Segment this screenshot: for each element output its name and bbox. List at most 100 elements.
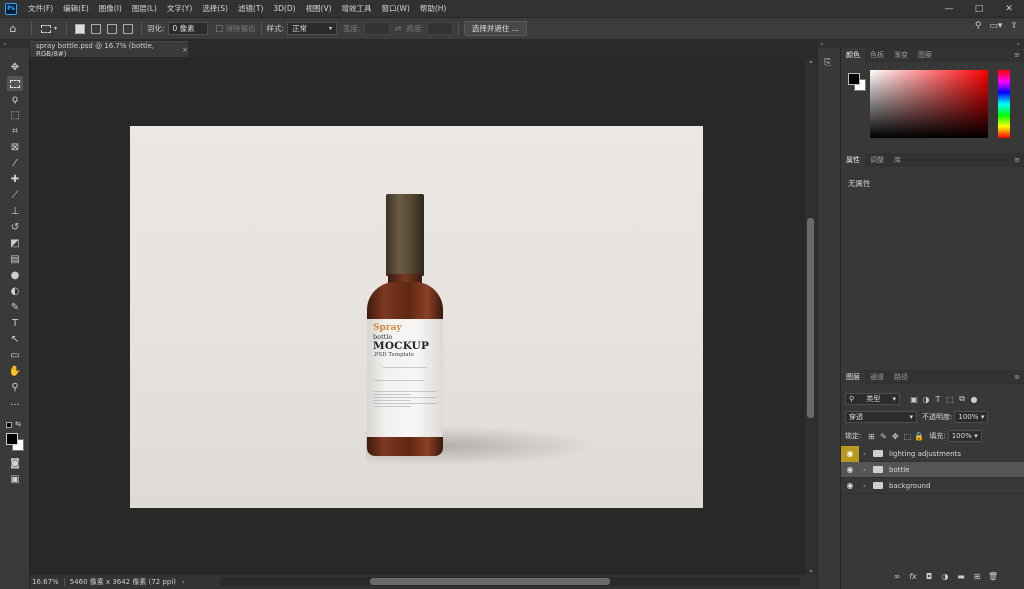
add-selection-icon[interactable] (91, 23, 101, 34)
vertical-scroll-thumb[interactable] (807, 218, 814, 418)
hand-tool-icon[interactable]: ✋ (7, 364, 23, 379)
panels-collapse-strip[interactable]: «» (817, 40, 1024, 48)
panel-menu-icon[interactable]: ≡ (1014, 373, 1020, 381)
scroll-up-icon[interactable]: ▴ (805, 58, 817, 65)
adjustment-layer-icon[interactable]: ◑ (939, 572, 951, 581)
filter-shape-icon[interactable]: ⬚ (944, 395, 956, 404)
menu-view[interactable]: 视图(V) (301, 3, 337, 14)
menu-window[interactable]: 窗口(W) (377, 3, 415, 14)
horizontal-scrollbar[interactable] (220, 577, 800, 586)
tab-swatches[interactable]: 色板 (865, 48, 889, 62)
frame-tool-icon[interactable]: ⊠ (7, 140, 23, 155)
healing-brush-tool-icon[interactable]: ✚ (7, 172, 23, 187)
menu-image[interactable]: 图像(I) (94, 3, 127, 14)
collapse-right-icon[interactable]: » (1016, 41, 1020, 48)
lock-pixels-icon[interactable]: ✎ (877, 432, 889, 441)
expand-chevron-icon[interactable]: › (863, 482, 871, 490)
path-select-tool-icon[interactable]: ↖ (7, 332, 23, 347)
add-mask-icon[interactable]: ◘ (923, 572, 935, 581)
more-tools-icon[interactable]: ··· (7, 398, 23, 413)
panel-menu-icon[interactable]: ≡ (1014, 156, 1020, 164)
search-icon[interactable]: ⚲ (975, 21, 982, 31)
layer-row-background[interactable]: ◉ › background (841, 478, 1024, 494)
history-panel-icon[interactable]: ⎘ (824, 58, 831, 68)
expand-chevron-icon[interactable]: › (863, 466, 871, 474)
eyedropper-tool-icon[interactable]: ⁄ (7, 156, 23, 171)
intersect-selection-icon[interactable] (123, 23, 133, 34)
menu-type[interactable]: 文字(Y) (162, 3, 197, 14)
menu-file[interactable]: 文件(F) (23, 3, 58, 14)
canvas-area[interactable]: Spray bottle MOCKUP .PSD Template (30, 58, 805, 575)
document-canvas[interactable]: Spray bottle MOCKUP .PSD Template (130, 126, 703, 508)
object-select-tool-icon[interactable]: ⬚ (7, 108, 23, 123)
style-select[interactable]: 正常 ▾ (287, 22, 338, 35)
eye-icon[interactable]: ◉ (841, 445, 859, 462)
antialias-checkbox[interactable] (215, 25, 223, 32)
fill-input[interactable]: 100% ▾ (947, 430, 982, 442)
menu-plugins[interactable]: 增效工具 (337, 3, 377, 14)
vertical-scrollbar[interactable]: ▴ ▾ (805, 58, 817, 575)
tab-libraries[interactable]: 库 (889, 153, 906, 167)
minimize-button[interactable]: — (934, 0, 964, 17)
lock-artboard-icon[interactable]: ⬚ (901, 432, 913, 441)
new-layer-icon[interactable]: ⊞ (971, 572, 983, 581)
marquee-preset-picker[interactable]: ▾ (37, 21, 61, 37)
home-icon[interactable]: ⌂ (0, 21, 26, 37)
delete-layer-icon[interactable]: 🗑 (987, 572, 999, 581)
brush-tool-icon[interactable]: ⟋ (7, 188, 23, 203)
eye-icon[interactable]: ◉ (841, 462, 859, 478)
history-brush-tool-icon[interactable]: ↺ (7, 220, 23, 235)
width-input[interactable] (363, 22, 390, 35)
document-tab[interactable]: spray bottle.psd @ 16.7% (bottle, RGB/8#… (30, 41, 188, 58)
color-field[interactable] (870, 70, 988, 138)
swap-icon[interactable]: ⇄ (395, 24, 402, 33)
type-tool-icon[interactable]: T (7, 316, 23, 331)
collapse-left-icon[interactable]: « (820, 41, 824, 48)
workspace-icon[interactable]: ▭▾ (989, 21, 1002, 31)
maximize-button[interactable]: □ (964, 0, 994, 17)
tab-channels[interactable]: 通道 (865, 370, 889, 384)
blur-tool-icon[interactable]: ● (7, 268, 23, 283)
new-selection-icon[interactable] (75, 23, 85, 34)
menu-layer[interactable]: 图层(L) (127, 3, 162, 14)
blend-mode-select[interactable]: 穿透 ▾ (845, 411, 917, 423)
pen-tool-icon[interactable]: ✎ (7, 300, 23, 315)
scroll-down-icon[interactable]: ▾ (805, 568, 817, 575)
menu-3d[interactable]: 3D(D) (268, 4, 300, 13)
new-group-icon[interactable]: ▬ (955, 572, 967, 581)
filter-pixel-icon[interactable]: ▣ (908, 395, 920, 404)
crop-tool-icon[interactable]: ⌗ (7, 124, 23, 139)
close-tab-icon[interactable]: × (182, 46, 188, 54)
zoom-level[interactable]: 16.67% (30, 578, 65, 586)
zoom-tool-icon[interactable]: ⚲ (7, 380, 23, 395)
clone-stamp-tool-icon[interactable]: ⊥ (7, 204, 23, 219)
tab-paths[interactable]: 路径 (889, 370, 913, 384)
lock-position-icon[interactable]: ✥ (889, 432, 901, 441)
swap-colors-icon[interactable]: ⇆ (13, 416, 23, 431)
rectangle-tool-icon[interactable]: ▭ (7, 348, 23, 363)
tab-gradients[interactable]: 渐变 (889, 48, 913, 62)
opacity-input[interactable]: 100% ▾ (954, 411, 989, 423)
height-input[interactable] (426, 22, 453, 35)
foreground-color-swatch[interactable] (848, 73, 860, 85)
horizontal-scroll-thumb[interactable] (370, 578, 610, 585)
menu-filter[interactable]: 滤镜(T) (233, 3, 268, 14)
eye-icon[interactable]: ◉ (841, 478, 859, 494)
default-colors-icon[interactable] (6, 422, 12, 428)
tab-adjustments[interactable]: 调整 (865, 153, 889, 167)
menu-edit[interactable]: 编辑(E) (58, 3, 94, 14)
dodge-tool-icon[interactable]: ◐ (7, 284, 23, 299)
filter-smart-object-icon[interactable]: ⧉ (956, 394, 968, 404)
eraser-tool-icon[interactable]: ◩ (7, 236, 23, 251)
select-and-mask-button[interactable]: 选择并遮住 ... (463, 21, 527, 36)
layer-row-lighting[interactable]: ◉ › lighting adjustments (841, 445, 1024, 462)
filter-toggle-icon[interactable]: ● (968, 395, 980, 404)
share-icon[interactable]: ⇪ (1010, 21, 1018, 31)
close-button[interactable]: ✕ (994, 0, 1024, 17)
hue-slider[interactable] (998, 70, 1010, 138)
gradient-tool-icon[interactable]: ▤ (7, 252, 23, 267)
filter-type-icon[interactable]: T (932, 395, 944, 404)
tab-color[interactable]: 颜色 (841, 48, 865, 62)
toolbar-collapse-strip[interactable]: » (0, 40, 30, 48)
filter-adjustment-icon[interactable]: ◑ (920, 395, 932, 404)
